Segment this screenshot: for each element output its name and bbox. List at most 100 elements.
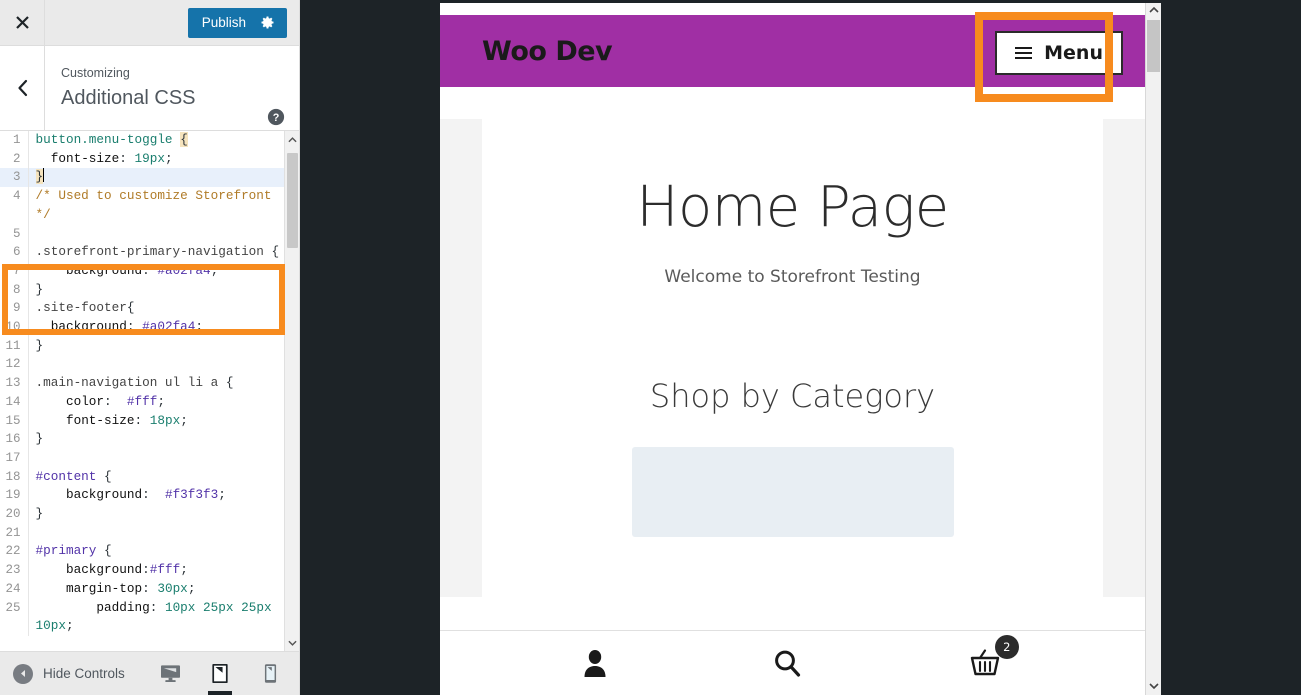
- cart-icon[interactable]: 2: [967, 635, 1019, 679]
- tablet-icon[interactable]: [205, 652, 235, 695]
- line-content[interactable]: .site-footer{: [28, 299, 284, 318]
- preview-top-edge: [440, 0, 1161, 3]
- line-number: 17: [0, 448, 29, 468]
- code-line[interactable]: 7 background: #a02fa4;: [0, 261, 284, 281]
- code-line[interactable]: 17: [0, 448, 284, 468]
- help-circle-icon[interactable]: ?: [267, 108, 285, 126]
- line-number: 24: [0, 579, 29, 599]
- scroll-down-icon[interactable]: [285, 635, 299, 651]
- device-preview-group: [155, 652, 299, 695]
- code-line[interactable]: 19 background: #f3f3f3;: [0, 486, 284, 506]
- hide-controls-button[interactable]: Hide Controls: [0, 663, 125, 684]
- customizer-footer: Hide Controls: [0, 651, 299, 695]
- menu-toggle-label: Menu: [1044, 42, 1103, 64]
- line-content[interactable]: margin-top: 30px;: [28, 580, 284, 599]
- preview-scrollbar[interactable]: [1145, 0, 1161, 695]
- line-number: 13: [0, 374, 29, 393]
- line-number: 11: [0, 336, 29, 356]
- line-content[interactable]: font-size: 19px;: [28, 150, 284, 169]
- code-line[interactable]: 24 margin-top: 30px;: [0, 579, 284, 599]
- publish-button[interactable]: Publish: [187, 7, 287, 38]
- line-content[interactable]: [28, 355, 284, 374]
- line-content[interactable]: background:#fff;: [28, 561, 284, 580]
- code-line[interactable]: 3}: [0, 168, 284, 188]
- css-editor[interactable]: 1 button.menu-toggle {2 font-size: 19px; 3…: [0, 131, 284, 651]
- menu-toggle-button[interactable]: Menu: [995, 31, 1123, 75]
- line-number: 7: [0, 261, 29, 281]
- line-content[interactable]: .storefront-primary-navigation {: [28, 243, 284, 262]
- mobile-icon[interactable]: [255, 652, 285, 695]
- code-line[interactable]: 8}: [0, 280, 284, 300]
- gear-icon[interactable]: [260, 15, 275, 30]
- editor-scrollbar[interactable]: [284, 131, 299, 651]
- code-line[interactable]: 25 padding: 10px 25px 25px 10px;: [0, 598, 284, 636]
- chevron-left-icon[interactable]: [0, 46, 45, 130]
- line-content[interactable]: [28, 524, 284, 543]
- code-line[interactable]: 2 font-size: 19px;: [0, 149, 284, 169]
- line-content[interactable]: background: #a02fa4;: [28, 318, 284, 337]
- category-card[interactable]: [631, 446, 954, 537]
- preview-scroll-thumb[interactable]: [1147, 20, 1160, 72]
- code-line[interactable]: 1 button.menu-toggle {: [0, 131, 284, 150]
- line-content[interactable]: }: [28, 281, 284, 300]
- line-content[interactable]: background: #f3f3f3;: [28, 486, 284, 505]
- line-number: 14: [0, 392, 29, 412]
- code-lines[interactable]: 1 button.menu-toggle {2 font-size: 19px; 3…: [0, 131, 284, 636]
- line-content[interactable]: color: #fff;: [28, 393, 284, 412]
- line-content[interactable]: }: [28, 168, 284, 188]
- code-line[interactable]: 18 #content {: [0, 467, 284, 487]
- line-content[interactable]: #primary {: [28, 542, 284, 561]
- css-editor-wrap: 1 button.menu-toggle {2 font-size: 19px; 3…: [0, 131, 299, 651]
- code-line[interactable]: 10 background: #a02fa4;: [0, 318, 284, 337]
- breadcrumb: Customizing: [61, 65, 130, 80]
- line-content[interactable]: .main-navigation ul li a {: [28, 374, 284, 393]
- editor-scroll-thumb[interactable]: [287, 153, 298, 248]
- line-content[interactable]: #content {: [28, 468, 284, 487]
- line-number: 21: [0, 523, 29, 543]
- line-number: 9: [0, 299, 29, 319]
- code-line[interactable]: 12: [0, 355, 284, 375]
- search-icon[interactable]: [772, 648, 802, 678]
- code-line[interactable]: 4/* Used to customize Storefront*/: [0, 187, 284, 225]
- cart-count-badge: 2: [994, 635, 1019, 659]
- line-content[interactable]: }: [28, 337, 284, 356]
- publish-group: Publish: [187, 7, 299, 38]
- code-line[interactable]: 22 #primary {: [0, 542, 284, 562]
- line-content[interactable]: }: [28, 505, 284, 524]
- code-line[interactable]: 9 .site-footer{: [0, 299, 284, 319]
- preview-scroll-down-icon[interactable]: [1146, 677, 1161, 695]
- code-line[interactable]: 16}: [0, 430, 284, 449]
- line-content[interactable]: background: #a02fa4;: [28, 262, 284, 281]
- account-icon[interactable]: [582, 648, 608, 678]
- code-line[interactable]: 15 font-size: 18px;: [0, 411, 284, 431]
- line-content[interactable]: /* Used to customize Storefront*/: [28, 187, 284, 224]
- code-line[interactable]: 20}: [0, 505, 284, 524]
- line-content[interactable]: button.menu-toggle {: [28, 131, 284, 150]
- line-content[interactable]: [28, 449, 284, 468]
- code-line[interactable]: 13 .main-navigation ul li a {: [0, 374, 284, 393]
- code-line[interactable]: 14 color: #fff;: [0, 392, 284, 412]
- scroll-up-icon[interactable]: [285, 131, 299, 147]
- code-line[interactable]: 11}: [0, 336, 284, 356]
- line-content[interactable]: font-size: 18px;: [28, 412, 284, 431]
- customizer-app: Publish Customizing Additional CSS ? 1 b…: [0, 0, 1301, 695]
- line-content[interactable]: [28, 225, 284, 244]
- line-number: 10: [0, 318, 29, 337]
- site-header: Woo Dev Menu: [440, 15, 1145, 87]
- code-line[interactable]: 6 .storefront-primary-navigation {: [0, 243, 284, 262]
- category-heading: Shop by Category: [649, 376, 936, 415]
- close-icon[interactable]: [0, 0, 45, 45]
- desktop-icon[interactable]: [155, 652, 185, 695]
- line-number: 22: [0, 542, 29, 562]
- site-preview: Woo Dev Menu Home Page Welcome to Storef…: [440, 0, 1145, 695]
- code-line[interactable]: 5: [0, 224, 284, 244]
- code-line[interactable]: 23 background:#fff;: [0, 561, 284, 580]
- page-subtitle: Welcome to Storefront Testing: [664, 266, 921, 287]
- code-line[interactable]: 21: [0, 523, 284, 543]
- line-number: 25: [0, 598, 29, 636]
- line-content[interactable]: }: [28, 430, 284, 449]
- panel-titles: Customizing Additional CSS: [45, 64, 299, 113]
- svg-text:?: ?: [273, 112, 280, 124]
- page-title: Additional CSS: [61, 87, 196, 110]
- line-content[interactable]: padding: 10px 25px 25px 10px;: [28, 599, 284, 636]
